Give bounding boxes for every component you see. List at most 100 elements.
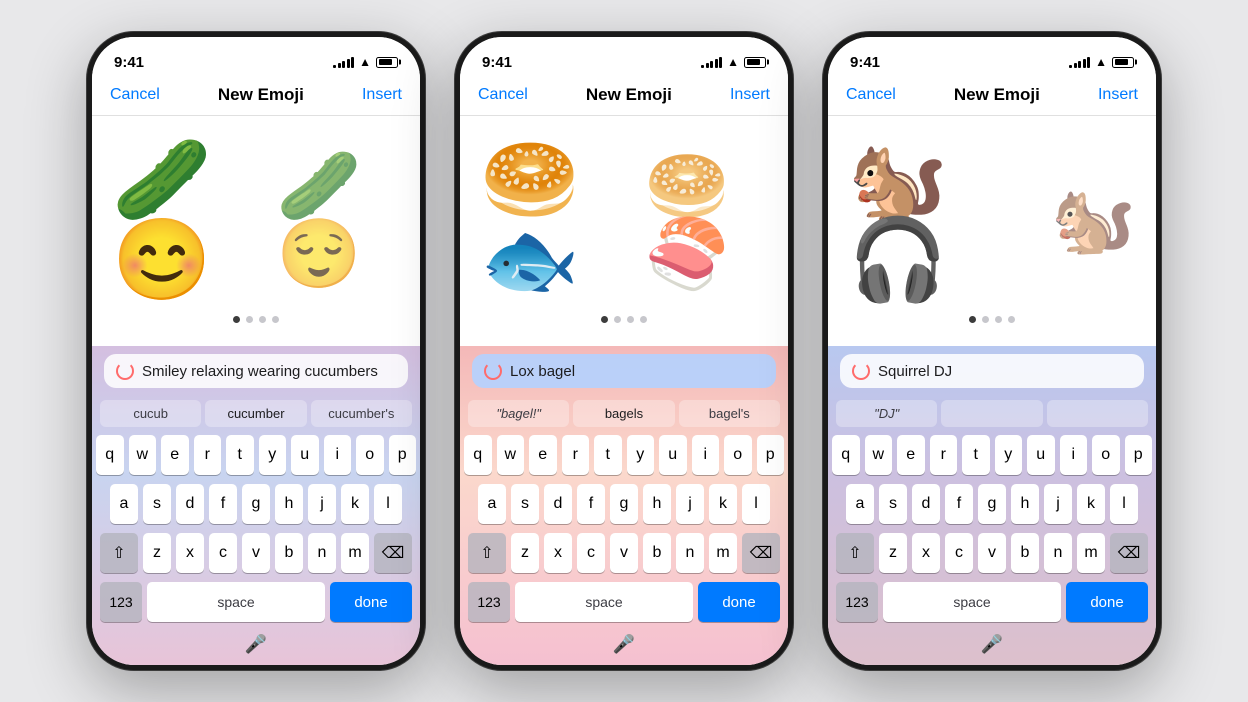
key-s-3[interactable]: s	[879, 484, 907, 524]
key-d-1[interactable]: d	[176, 484, 204, 524]
key-t-3[interactable]: t	[962, 435, 990, 475]
insert-button-2[interactable]: Insert	[730, 86, 770, 104]
key-n-1[interactable]: n	[308, 533, 336, 573]
key-e-2[interactable]: e	[529, 435, 557, 475]
key-c-2[interactable]: c	[577, 533, 605, 573]
shift-key-1[interactable]: ⇧	[100, 533, 138, 573]
autocomplete-1-2[interactable]: cucumber	[205, 400, 306, 427]
key-p-1[interactable]: p	[389, 435, 417, 475]
space-key-1[interactable]: space	[147, 582, 325, 622]
key-w-1[interactable]: w	[129, 435, 157, 475]
key-c-3[interactable]: c	[945, 533, 973, 573]
key-w-3[interactable]: w	[865, 435, 893, 475]
search-input-1[interactable]: Smiley relaxing wearing cucumbers	[104, 354, 408, 388]
key-v-3[interactable]: v	[978, 533, 1006, 573]
key-z-2[interactable]: z	[511, 533, 539, 573]
key-a-2[interactable]: a	[478, 484, 506, 524]
key-i-3[interactable]: i	[1060, 435, 1088, 475]
key-o-3[interactable]: o	[1092, 435, 1120, 475]
key-f-3[interactable]: f	[945, 484, 973, 524]
shift-key-3[interactable]: ⇧	[836, 533, 874, 573]
key-g-3[interactable]: g	[978, 484, 1006, 524]
key-q-1[interactable]: q	[96, 435, 124, 475]
shift-key-2[interactable]: ⇧	[468, 533, 506, 573]
backspace-key-3[interactable]: ⌫	[1110, 533, 1148, 573]
mic-icon-2[interactable]: 🎤	[613, 634, 635, 655]
key-v-2[interactable]: v	[610, 533, 638, 573]
cancel-button-2[interactable]: Cancel	[478, 86, 528, 104]
key-b-2[interactable]: b	[643, 533, 671, 573]
cancel-button-3[interactable]: Cancel	[846, 86, 896, 104]
key-d-3[interactable]: d	[912, 484, 940, 524]
autocomplete-1-3[interactable]: cucumber's	[311, 400, 412, 427]
key-k-1[interactable]: k	[341, 484, 369, 524]
key-q-3[interactable]: q	[832, 435, 860, 475]
key-z-1[interactable]: z	[143, 533, 171, 573]
key-e-1[interactable]: e	[161, 435, 189, 475]
num-key-3[interactable]: 123	[836, 582, 878, 622]
autocomplete-3-2[interactable]	[941, 400, 1042, 427]
key-t-1[interactable]: t	[226, 435, 254, 475]
key-g-1[interactable]: g	[242, 484, 270, 524]
key-o-2[interactable]: o	[724, 435, 752, 475]
key-r-3[interactable]: r	[930, 435, 958, 475]
key-j-2[interactable]: j	[676, 484, 704, 524]
key-x-1[interactable]: x	[176, 533, 204, 573]
key-r-2[interactable]: r	[562, 435, 590, 475]
num-key-2[interactable]: 123	[468, 582, 510, 622]
key-y-3[interactable]: y	[995, 435, 1023, 475]
key-h-3[interactable]: h	[1011, 484, 1039, 524]
space-key-3[interactable]: space	[883, 582, 1061, 622]
autocomplete-2-3[interactable]: bagel's	[679, 400, 780, 427]
key-x-3[interactable]: x	[912, 533, 940, 573]
backspace-key-2[interactable]: ⌫	[742, 533, 780, 573]
key-l-1[interactable]: l	[374, 484, 402, 524]
key-z-3[interactable]: z	[879, 533, 907, 573]
key-b-1[interactable]: b	[275, 533, 303, 573]
key-j-1[interactable]: j	[308, 484, 336, 524]
autocomplete-1-1[interactable]: cucub	[100, 400, 201, 427]
key-v-1[interactable]: v	[242, 533, 270, 573]
insert-button-3[interactable]: Insert	[1098, 86, 1138, 104]
search-input-3[interactable]: Squirrel DJ	[840, 354, 1144, 388]
cancel-button-1[interactable]: Cancel	[110, 86, 160, 104]
key-h-1[interactable]: h	[275, 484, 303, 524]
key-o-1[interactable]: o	[356, 435, 384, 475]
key-b-3[interactable]: b	[1011, 533, 1039, 573]
autocomplete-3-3[interactable]	[1047, 400, 1148, 427]
autocomplete-2-2[interactable]: bagels	[573, 400, 674, 427]
key-g-2[interactable]: g	[610, 484, 638, 524]
key-h-2[interactable]: h	[643, 484, 671, 524]
key-y-2[interactable]: y	[627, 435, 655, 475]
search-input-2[interactable]: Lox bagel	[472, 354, 776, 388]
mic-icon-1[interactable]: 🎤	[245, 634, 267, 655]
key-m-2[interactable]: m	[709, 533, 737, 573]
space-key-2[interactable]: space	[515, 582, 693, 622]
key-n-2[interactable]: n	[676, 533, 704, 573]
key-d-2[interactable]: d	[544, 484, 572, 524]
key-i-1[interactable]: i	[324, 435, 352, 475]
key-w-2[interactable]: w	[497, 435, 525, 475]
key-c-1[interactable]: c	[209, 533, 237, 573]
key-x-2[interactable]: x	[544, 533, 572, 573]
key-j-3[interactable]: j	[1044, 484, 1072, 524]
key-a-3[interactable]: a	[846, 484, 874, 524]
key-p-3[interactable]: p	[1125, 435, 1153, 475]
key-u-2[interactable]: u	[659, 435, 687, 475]
key-u-1[interactable]: u	[291, 435, 319, 475]
key-y-1[interactable]: y	[259, 435, 287, 475]
key-l-3[interactable]: l	[1110, 484, 1138, 524]
key-q-2[interactable]: q	[464, 435, 492, 475]
autocomplete-3-1[interactable]: "DJ"	[836, 400, 937, 427]
key-p-2[interactable]: p	[757, 435, 785, 475]
key-e-3[interactable]: e	[897, 435, 925, 475]
key-a-1[interactable]: a	[110, 484, 138, 524]
key-u-3[interactable]: u	[1027, 435, 1055, 475]
key-s-2[interactable]: s	[511, 484, 539, 524]
key-n-3[interactable]: n	[1044, 533, 1072, 573]
done-key-2[interactable]: done	[698, 582, 780, 622]
key-m-3[interactable]: m	[1077, 533, 1105, 573]
mic-icon-3[interactable]: 🎤	[981, 634, 1003, 655]
key-m-1[interactable]: m	[341, 533, 369, 573]
autocomplete-2-1[interactable]: "bagel!"	[468, 400, 569, 427]
